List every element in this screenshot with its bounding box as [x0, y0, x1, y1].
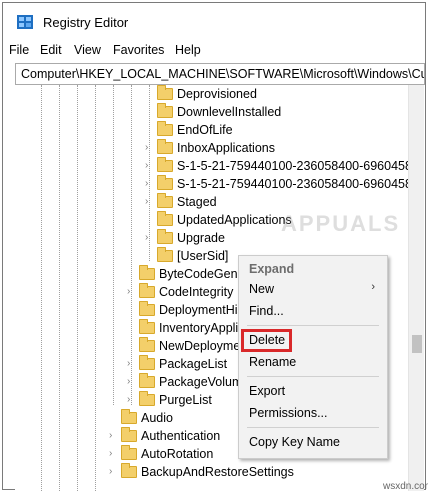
tree-item-label: AutoRotation: [141, 447, 214, 461]
chevron-right-icon[interactable]: ›: [109, 448, 119, 460]
tree-item[interactable]: › S-1-5-21-759440100-236058400-696045855-…: [15, 175, 408, 193]
menu-permissions-label: Permissions...: [249, 406, 328, 420]
menu-file[interactable]: File: [9, 43, 29, 57]
folder-icon: [157, 229, 173, 244]
menu-bar: File Edit View Favorites Help: [3, 39, 425, 61]
vertical-scrollbar[interactable]: [408, 85, 424, 491]
folder-icon: [157, 103, 173, 118]
folder-icon: [121, 445, 137, 460]
tree-item-label: BackupAndRestoreSettings: [141, 465, 294, 479]
tree-item-label: Upgrade: [177, 231, 225, 245]
folder-icon: [139, 265, 155, 280]
menu-separator: [247, 325, 379, 326]
tree-item-label: S-1-5-21-759440100-236058400-696045855-1…: [177, 177, 408, 191]
menu-rename[interactable]: Rename: [239, 351, 387, 373]
tree-item[interactable]: Deprovisioned: [15, 85, 408, 103]
delete-highlight-box: [241, 329, 292, 352]
registry-editor-window: Registry Editor File Edit View Favorites…: [2, 2, 428, 492]
folder-icon: [121, 463, 137, 478]
menu-expand-label: Expand: [249, 262, 295, 276]
chevron-right-icon[interactable]: ›: [145, 178, 155, 190]
folder-icon: [121, 409, 137, 424]
scrollbar-thumb[interactable]: [412, 335, 422, 353]
menu-export-label: Export: [249, 384, 286, 398]
folder-icon: [157, 121, 173, 136]
folder-icon: [139, 355, 155, 370]
tree-item-label: Deprovisioned: [177, 87, 257, 101]
chevron-right-icon[interactable]: ›: [127, 286, 137, 298]
menu-find-label: Find...: [249, 304, 284, 318]
folder-icon: [139, 391, 155, 406]
window-title: Registry Editor: [43, 15, 129, 30]
folder-icon: [157, 85, 173, 100]
chevron-right-icon[interactable]: ›: [127, 394, 137, 406]
tree-item-label: Staged: [177, 195, 217, 209]
menu-new-label: New: [249, 282, 275, 296]
chevron-right-icon[interactable]: ›: [127, 376, 137, 388]
folder-icon: [157, 175, 173, 190]
watermark-text: APPUALS: [281, 211, 401, 236]
tree-item-label: CodeIntegrity: [159, 285, 234, 299]
folder-icon: [157, 211, 173, 226]
chevron-right-icon: ›: [371, 281, 375, 293]
chevron-right-icon[interactable]: ›: [145, 196, 155, 208]
folder-icon: [157, 193, 173, 208]
tree-item-label: Audio: [141, 411, 173, 425]
chevron-right-icon[interactable]: ›: [127, 358, 137, 370]
menu-new[interactable]: New ›: [239, 278, 387, 300]
menu-permissions[interactable]: Permissions...: [239, 402, 387, 424]
menu-expand[interactable]: Expand: [239, 258, 387, 280]
folder-icon: [139, 283, 155, 298]
folder-icon: [157, 139, 173, 154]
tree-item[interactable]: › InboxApplications: [15, 139, 408, 157]
menu-view[interactable]: View: [74, 43, 101, 57]
folder-icon: [139, 373, 155, 388]
address-bar[interactable]: Computer\HKEY_LOCAL_MACHINE\SOFTWARE\Mic…: [15, 63, 425, 85]
tree-item-label: S-1-5-21-759440100-236058400-696045855-1…: [177, 159, 408, 173]
menu-copy-key-name-label: Copy Key Name: [249, 435, 341, 449]
menu-separator: [247, 427, 379, 428]
title-bar[interactable]: Registry Editor: [3, 3, 425, 37]
menu-favorites[interactable]: Favorites: [113, 43, 164, 57]
menu-rename-label: Rename: [249, 355, 297, 369]
folder-icon: [157, 247, 173, 262]
folder-icon: [157, 157, 173, 172]
tree-item-label: EndOfLife: [177, 123, 233, 137]
credit-text: wsxdn.com: [383, 481, 428, 492]
registry-icon: [17, 15, 33, 29]
chevron-right-icon[interactable]: ›: [145, 232, 155, 244]
folder-icon: [121, 427, 137, 442]
chevron-right-icon[interactable]: ›: [109, 430, 119, 442]
tree-item[interactable]: DownlevelInstalled: [15, 103, 408, 121]
folder-icon: [139, 319, 155, 334]
menu-export[interactable]: Export: [239, 380, 387, 402]
tree-item-label: PurgeList: [159, 393, 212, 407]
menu-find[interactable]: Find...: [239, 300, 387, 322]
tree-item-label: UpdatedApplications: [177, 213, 292, 227]
menu-help[interactable]: Help: [175, 43, 201, 57]
menu-edit[interactable]: Edit: [40, 43, 62, 57]
chevron-right-icon[interactable]: ›: [109, 466, 119, 478]
tree-item[interactable]: › S-1-5-21-759440100-236058400-696045855-…: [15, 157, 408, 175]
tree-item-label: InboxApplications: [177, 141, 275, 155]
address-path: Computer\HKEY_LOCAL_MACHINE\SOFTWARE\Mic…: [21, 67, 424, 81]
tree-item-label: [UserSid]: [177, 249, 229, 263]
tree-item[interactable]: › BackupAndRestoreSettings: [15, 463, 408, 481]
chevron-right-icon[interactable]: ›: [145, 142, 155, 154]
folder-icon: [139, 337, 155, 352]
chevron-right-icon[interactable]: ›: [145, 160, 155, 172]
tree-item-label: DownlevelInstalled: [177, 105, 282, 119]
tree-item[interactable]: › Staged: [15, 193, 408, 211]
folder-icon: [139, 301, 155, 316]
tree-item[interactable]: EndOfLife: [15, 121, 408, 139]
menu-copy-key-name[interactable]: Copy Key Name: [239, 431, 387, 453]
menu-separator: [247, 376, 379, 377]
context-menu: Expand New › Find... Delete Rename Expor…: [238, 255, 388, 459]
tree-item-label: Authentication: [141, 429, 221, 443]
tree-item-label: PackageList: [159, 357, 228, 371]
